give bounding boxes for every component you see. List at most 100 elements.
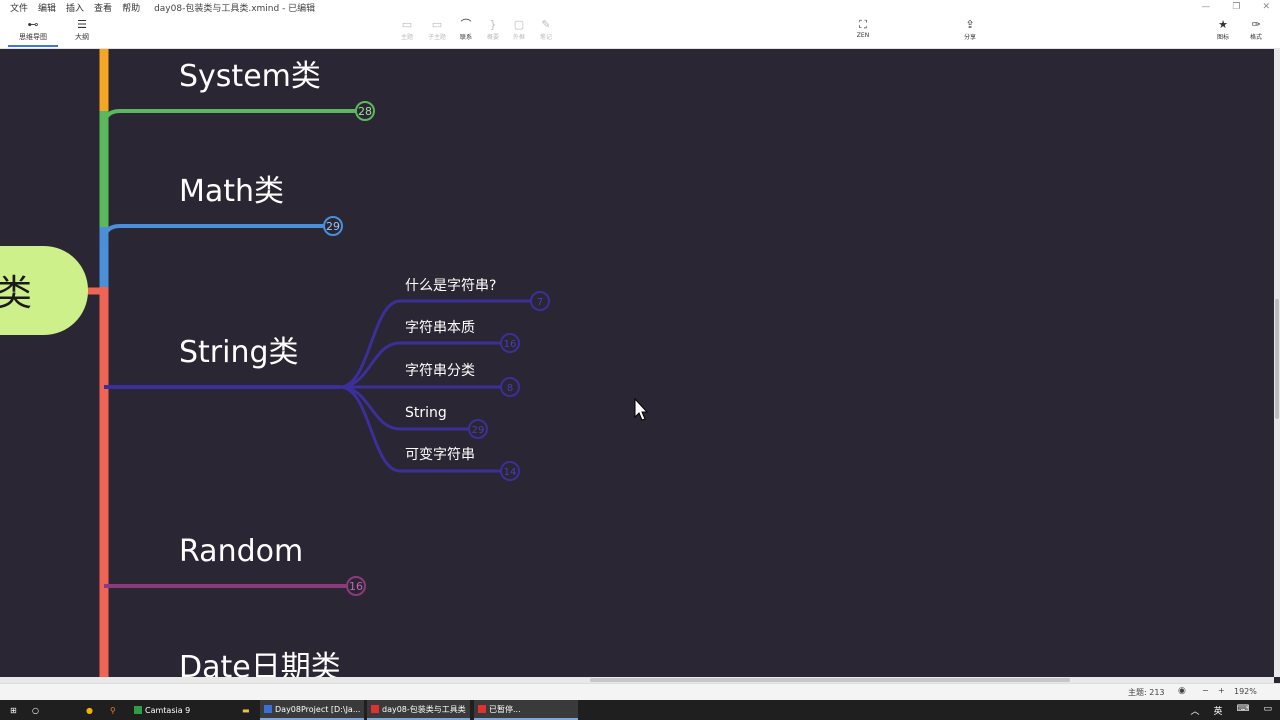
system-branch-line [102, 109, 356, 128]
zen-label: ZEN [856, 32, 870, 39]
taskbar: ⊞ ○ ● ⚲ Camtasia 9 ▬ Day08Project [D:\Ja… [0, 700, 1280, 720]
menu-insert[interactable]: 插入 [66, 1, 84, 14]
topic-icon: ▭ [401, 18, 413, 31]
windows-icon: ⊞ [10, 705, 17, 715]
notification-icon[interactable]: ▭ [1263, 704, 1272, 717]
close-icon[interactable]: ✕ [1262, 2, 1270, 12]
topic-random[interactable]: Random [179, 534, 303, 569]
xmind-icon [371, 705, 379, 713]
topic-date[interactable]: Date日期类 [179, 650, 341, 677]
note-icon: ✎ [541, 18, 551, 31]
search-button[interactable]: ○ [28, 700, 43, 720]
brush-icon: ✑ [1251, 18, 1261, 31]
menu-bar: 文件 编辑 插入 查看 帮助 day08-包装类与工具类.xmind - 已编辑 [0, 0, 315, 14]
status-bar: 主题: 213 ◉ − + 192% [0, 683, 1280, 701]
vertical-scroll-thumb[interactable] [1275, 299, 1279, 419]
subtopic-string-types[interactable]: 字符串分类 [405, 363, 475, 379]
idea-label: Day08Project [D:\Ja... [275, 704, 361, 714]
math-branch-line [102, 224, 324, 243]
chrome-icon: ● [86, 705, 93, 715]
menu-view[interactable]: 查看 [94, 1, 112, 14]
camtasia-label: Camtasia 9 [145, 705, 191, 715]
minimize-icon[interactable]: — [1201, 2, 1210, 12]
topic-system[interactable]: System类 [179, 59, 321, 94]
topic-button[interactable]: ▭ 主题 [390, 18, 424, 41]
child-badge-1: 7 [537, 297, 543, 308]
search-icon: ○ [32, 705, 39, 715]
child-badge-2: 16 [504, 339, 517, 350]
mindmap-icon: ⊷ [27, 18, 39, 31]
system-badge-count: 28 [358, 105, 372, 118]
horizontal-scroll-thumb[interactable] [590, 678, 1070, 682]
child-badge-4: 29 [472, 425, 485, 436]
outline-icon: ☰ [77, 18, 87, 31]
subtopic-string[interactable]: String [405, 405, 447, 421]
subtopic-what-is-string[interactable]: 什么是字符串? [405, 278, 496, 294]
math-badge-count: 29 [326, 220, 340, 233]
format-button[interactable]: ✑ 格式 [1239, 18, 1273, 41]
app-toolbar: 文件 编辑 插入 查看 帮助 day08-包装类与工具类.xmind - 已编辑… [0, 0, 1280, 49]
fullscreen-icon: ⛶ [859, 18, 867, 31]
idea-icon [264, 705, 272, 713]
zoom-level[interactable]: 192% [1234, 687, 1257, 696]
zoom-out-button[interactable]: − [1202, 686, 1209, 695]
chrome-button[interactable]: ● [82, 700, 97, 720]
zen-button[interactable]: ⛶ ZEN [846, 18, 880, 39]
format-label: 格式 [1249, 34, 1262, 41]
zoom-in-button[interactable]: + [1218, 686, 1225, 695]
tab-mindmap[interactable]: ⊷ 思维导图 [8, 18, 58, 47]
menu-file[interactable]: 文件 [10, 1, 28, 14]
mindmap-svg: 类 System类 28 Math类 29 String类 7 16 8 29 … [0, 49, 649, 677]
mindmap-canvas[interactable]: 类 System类 28 Math类 29 String类 7 16 8 29 … [0, 49, 1274, 677]
taskbar-recorder[interactable]: 已暂停... [474, 700, 578, 720]
child-badge-5: 14 [504, 467, 517, 478]
recorder-icon [478, 705, 486, 713]
icons-button[interactable]: ★ 图标 [1206, 18, 1240, 41]
xmind-label: day08-包装类与工具类 [382, 704, 466, 714]
restore-icon[interactable]: ❐ [1232, 2, 1240, 12]
menu-edit[interactable]: 编辑 [38, 1, 56, 14]
subtopic-string-essence[interactable]: 字符串本质 [405, 320, 475, 336]
taskbar-camtasia[interactable]: Camtasia 9 [130, 700, 194, 720]
explorer-button[interactable]: ▬ [238, 700, 254, 720]
taskbar-idea[interactable]: Day08Project [D:\Ja... [260, 700, 365, 720]
share-label: 分享 [963, 34, 976, 41]
eye-icon[interactable]: ◉ [1178, 686, 1186, 696]
tab-mindmap-label: 思维导图 [19, 33, 47, 41]
search-tool-button[interactable]: ⚲ [106, 700, 120, 720]
camtasia-icon [134, 706, 142, 714]
menu-help[interactable]: 帮助 [122, 1, 140, 14]
upload-icon: ⇪ [965, 18, 975, 31]
topic-string[interactable]: String类 [179, 335, 299, 370]
magnifier-icon: ⚲ [110, 705, 116, 715]
boundary-label: 外框 [512, 34, 525, 41]
system-tray: ︿ 英 ⌨ ▭ [1190, 704, 1272, 717]
vertical-scrollbar[interactable] [1274, 49, 1280, 677]
child-badge-3: 8 [507, 383, 513, 394]
recorder-label: 已暂停... [489, 704, 521, 714]
topic-count: 主题: 213 [1128, 688, 1165, 697]
taskbar-xmind[interactable]: day08-包装类与工具类 [367, 700, 470, 720]
topic-label: 主题 [400, 34, 413, 41]
share-button[interactable]: ⇪ 分享 [953, 18, 987, 41]
summary-label: 概要 [486, 34, 499, 41]
folder-icon: ▬ [242, 705, 250, 715]
note-label: 笔记 [539, 34, 552, 41]
root-label: 类 [0, 273, 32, 314]
start-button[interactable]: ⊞ [6, 700, 21, 720]
subtopic-label: 子主题 [427, 34, 446, 41]
topic-math[interactable]: Math类 [179, 174, 284, 209]
note-button[interactable]: ✎ 笔记 [529, 18, 563, 41]
chevron-up-icon[interactable]: ︿ [1190, 704, 1199, 717]
tab-outline[interactable]: ☰ 大纲 [57, 18, 107, 42]
icons-label: 图标 [1216, 34, 1229, 41]
ime-indicator[interactable]: 英 [1213, 704, 1222, 717]
subtopic-mutable-string[interactable]: 可变字符串 [405, 447, 475, 463]
star-icon: ★ [1218, 18, 1228, 31]
random-badge-count: 16 [349, 580, 363, 593]
window-controls: — ❐ ✕ [1201, 2, 1270, 12]
relationship-label: 联系 [459, 34, 472, 41]
cursor-icon [634, 397, 649, 421]
keyboard-icon[interactable]: ⌨ [1236, 704, 1249, 717]
tab-outline-label: 大纲 [75, 33, 89, 41]
